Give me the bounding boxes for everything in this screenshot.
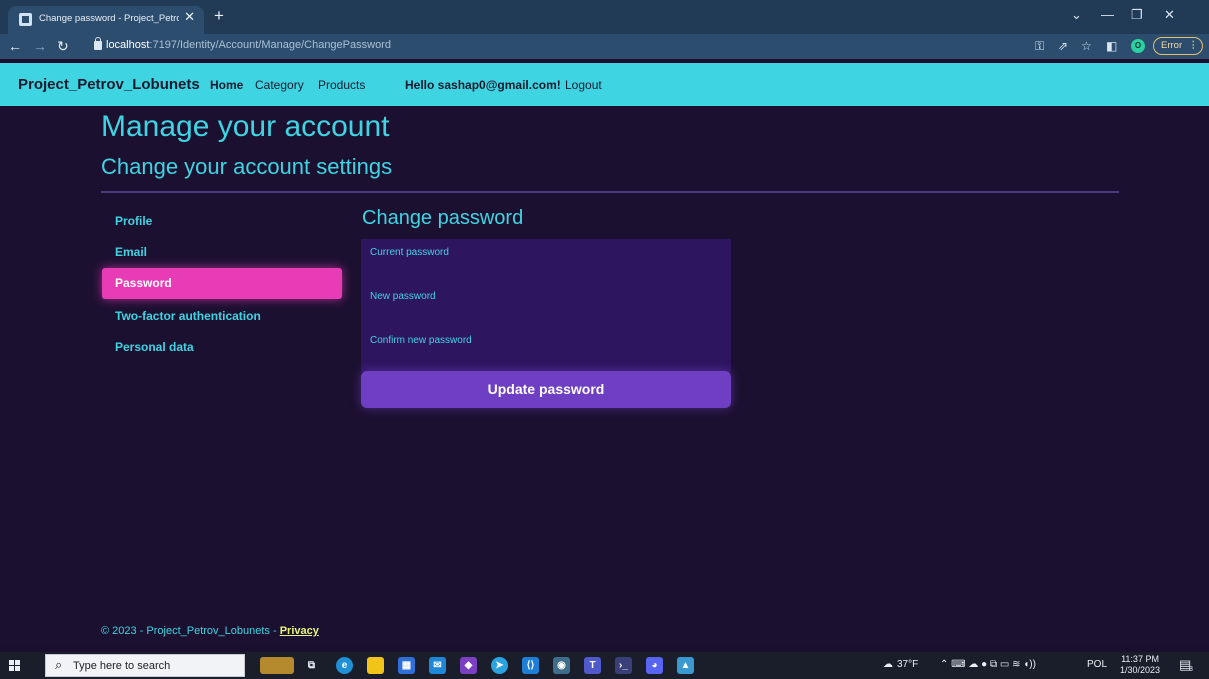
error-label: Error xyxy=(1161,40,1183,51)
site-brand[interactable]: Project_Petrov_Lobunets xyxy=(18,76,200,93)
chrome-icon[interactable]: ◉ xyxy=(553,657,570,674)
discord-icon[interactable]: ◕ xyxy=(646,657,663,674)
forward-arrow-icon[interactable]: → xyxy=(33,38,47,54)
close-window-button[interactable]: ✕ xyxy=(1164,7,1175,23)
browser-tab-strip: Change password - Project_Petrov_Lobunet… xyxy=(0,0,1209,34)
photos-icon[interactable]: ▲ xyxy=(677,657,694,674)
clock-date: 1/30/2023 xyxy=(1120,665,1161,675)
taskbar-search-placeholder: Type here to search xyxy=(73,660,171,672)
clock-time: 11:37 PM xyxy=(1121,654,1159,664)
address-bar: ← → ↻ localhost:7197/Identity/Account/Ma… xyxy=(0,34,1209,59)
page-subtitle: Change your account settings xyxy=(101,154,393,179)
weather-temperature[interactable]: 37°F xyxy=(897,659,918,670)
footer: © 2023 - Project_Petrov_Lobunets - Priva… xyxy=(101,625,319,637)
divider xyxy=(101,191,1119,193)
input-language[interactable]: POL xyxy=(1087,659,1107,670)
nav-category-link[interactable]: Category xyxy=(255,78,304,92)
tab-title: Change password - Project_Petrov_Lobunet… xyxy=(39,13,179,24)
mail-icon[interactable]: ✉ xyxy=(429,657,446,674)
taskbar-search-box[interactable]: ⌕ Type here to search xyxy=(45,654,245,677)
confirm-password-field[interactable]: Confirm new password xyxy=(370,335,472,346)
reload-icon[interactable]: ↻ xyxy=(57,38,69,54)
terminal-icon[interactable]: ›_ xyxy=(615,657,632,674)
sidebar-item-two-factor[interactable]: Two-factor authentication xyxy=(102,301,342,332)
back-arrow-icon[interactable]: ← xyxy=(8,38,22,54)
vscode-icon[interactable]: ⟨⟩ xyxy=(522,657,539,674)
update-password-button[interactable]: Update password xyxy=(361,371,731,408)
main-content: Manage your account Change your account … xyxy=(0,106,1209,646)
current-password-field[interactable]: Current password xyxy=(370,247,449,258)
site-navbar: Project_Petrov_Lobunets Home Category Pr… xyxy=(0,63,1209,106)
bookmark-star-icon[interactable]: ☆ xyxy=(1081,38,1092,54)
maximize-button[interactable]: ❐ xyxy=(1131,7,1143,23)
share-icon[interactable]: ⇗ xyxy=(1058,38,1068,54)
url-host: localhost xyxy=(106,39,150,51)
telegram-icon[interactable]: ➤ xyxy=(491,657,508,674)
taskbar: ⌕ Type here to search ⧉ e ▦ ✉ ◆ ➤ ⟨⟩ ◉ T… xyxy=(0,652,1209,679)
change-password-form: Current password New password Confirm ne… xyxy=(361,239,731,372)
sidebar-item-password[interactable]: Password xyxy=(102,268,342,299)
clock[interactable]: 11:37 PM 1/30/2023 xyxy=(1120,654,1160,676)
new-tab-button[interactable]: + xyxy=(214,7,224,25)
visual-studio-icon[interactable]: ◆ xyxy=(460,657,477,674)
search-icon: ⌕ xyxy=(55,657,63,672)
tab-close-icon[interactable]: ✕ xyxy=(184,10,195,24)
new-password-field[interactable]: New password xyxy=(370,291,436,302)
browser-tab[interactable]: Change password - Project_Petrov_Lobunet… xyxy=(8,6,204,34)
form-heading: Change password xyxy=(362,207,524,229)
privacy-link[interactable]: Privacy xyxy=(280,625,319,637)
nav-products-link[interactable]: Products xyxy=(318,78,365,92)
sidebar-item-email[interactable]: Email xyxy=(102,237,342,268)
weather-cloud-icon[interactable]: ☁ xyxy=(883,659,893,670)
url-field[interactable]: localhost:7197/Identity/Account/Manage/C… xyxy=(90,37,1010,56)
tab-search-chevron-icon[interactable]: ⌄ xyxy=(1071,7,1082,23)
sidebar-item-profile[interactable]: Profile xyxy=(102,206,342,237)
error-button[interactable]: Error ⋮ xyxy=(1153,37,1203,55)
page-title: Manage your account xyxy=(101,110,390,143)
url-path: :7197/Identity/Account/Manage/ChangePass… xyxy=(149,39,391,51)
side-panel-icon[interactable]: ◧ xyxy=(1106,38,1117,54)
sidebar-item-personal-data[interactable]: Personal data xyxy=(102,332,342,363)
edge-browser-icon[interactable]: e xyxy=(336,657,353,674)
microsoft-store-icon[interactable]: ▦ xyxy=(398,657,415,674)
file-explorer-icon[interactable] xyxy=(367,657,384,674)
key-icon[interactable]: ⚿ xyxy=(1035,38,1044,54)
task-view-icon[interactable]: ⧉ xyxy=(303,657,320,674)
teams-icon[interactable]: T xyxy=(584,657,601,674)
profile-avatar-icon[interactable]: O xyxy=(1131,39,1145,53)
footer-copyright: © 2023 - Project_Petrov_Lobunets - xyxy=(101,625,280,637)
widgets-image-icon[interactable] xyxy=(260,657,294,674)
kebab-menu-icon[interactable]: ⋮ xyxy=(1189,38,1199,53)
nav-home-link[interactable]: Home xyxy=(210,78,243,92)
page-favicon-icon xyxy=(19,13,32,26)
windows-start-icon[interactable] xyxy=(9,660,21,672)
minimize-button[interactable]: — xyxy=(1101,7,1114,23)
nav-logout-link[interactable]: Logout xyxy=(565,78,602,92)
lock-icon[interactable] xyxy=(94,37,102,50)
system-tray-icons[interactable]: ⌃ ⌨ ☁ ● ⧉ ▭ ≋ ◖)) xyxy=(940,659,1036,670)
nav-greeting-link[interactable]: Hello sashap0@gmail.com! xyxy=(405,78,561,92)
notification-count: 8 xyxy=(1189,666,1193,673)
